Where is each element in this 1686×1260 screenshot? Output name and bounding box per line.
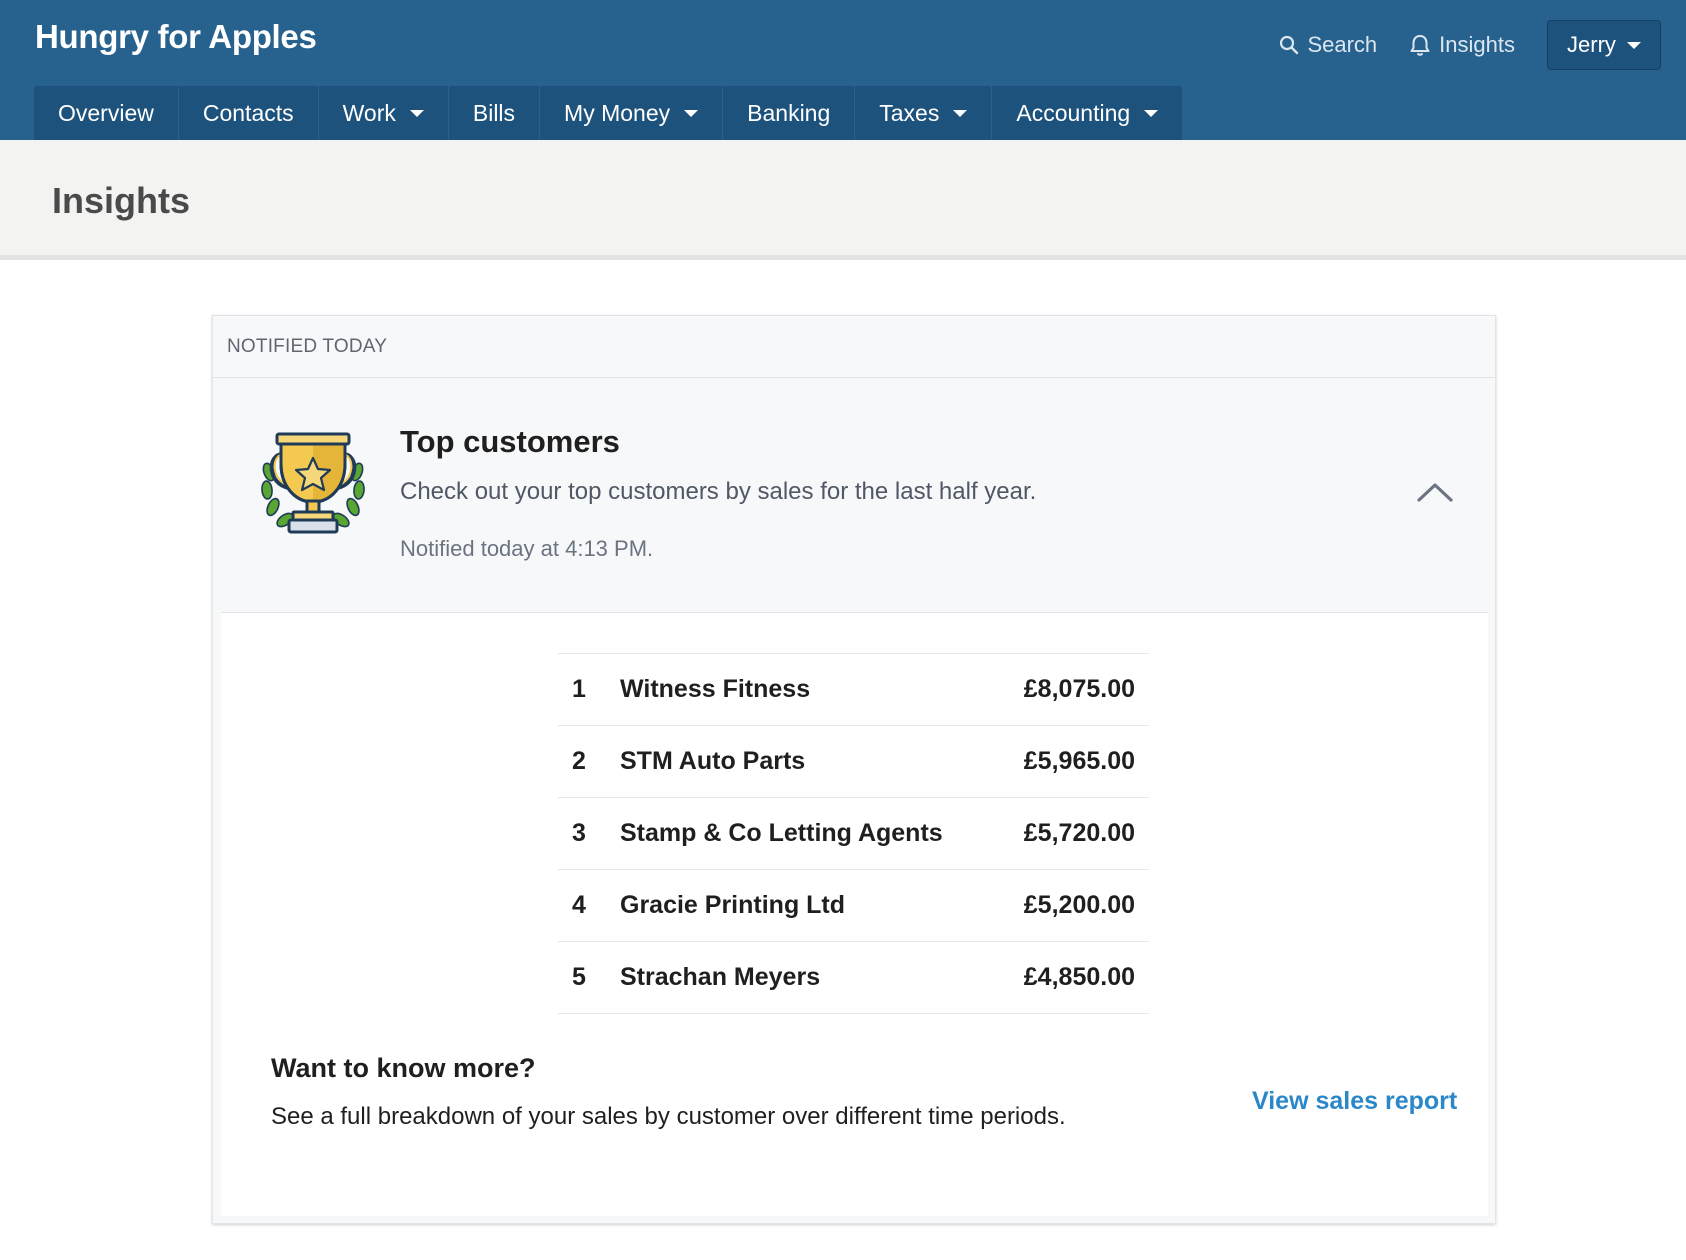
insights-label: Insights	[1439, 32, 1515, 57]
customer-rank: 3	[572, 819, 586, 847]
customer-rank: 5	[572, 963, 586, 991]
more-info-description: See a full breakdown of your sales by cu…	[271, 1103, 1066, 1130]
nav-item-label: Work	[342, 99, 396, 126]
customer-amount: £5,965.00	[1023, 747, 1135, 775]
notified-timestamp: Notified today at 4:13 PM.	[400, 536, 654, 561]
nav-item-label: Taxes	[879, 99, 940, 126]
nav-item-label: Accounting	[1016, 99, 1131, 126]
nav-item-taxes[interactable]: Taxes	[855, 86, 993, 140]
chevron-up-icon[interactable]	[1413, 476, 1457, 506]
customer-rank: 1	[572, 675, 586, 703]
top-bar: Hungry for Apples Search Insights Jerry …	[0, 0, 1686, 140]
user-name: Jerry	[1567, 32, 1616, 57]
chevron-down-icon	[1626, 41, 1641, 49]
search-link[interactable]: Search	[1279, 32, 1377, 58]
customer-rank: 2	[572, 747, 586, 775]
customer-name: Gracie Printing Ltd	[620, 891, 846, 919]
insight-card: NOTIFIED TODAY Top customers Check out y…	[212, 315, 1496, 1224]
main-nav: Overview Contacts Work Bills My Money Ba…	[34, 86, 1183, 140]
table-row: 1 Witness Fitness £8,075.00	[558, 653, 1149, 726]
bell-icon	[1410, 35, 1430, 56]
nav-item-label: Contacts	[202, 99, 294, 126]
table-row: 2 STM Auto Parts £5,965.00	[558, 725, 1149, 798]
trophy-icon	[261, 432, 365, 534]
insight-title: Top customers	[400, 424, 620, 459]
chevron-down-icon	[1144, 109, 1159, 117]
table-row: 3 Stamp & Co Letting Agents £5,720.00	[558, 797, 1149, 870]
user-menu-button[interactable]: Jerry	[1547, 20, 1661, 70]
search-label: Search	[1307, 32, 1378, 57]
customer-name: Witness Fitness	[620, 675, 811, 703]
customer-amount: £5,200.00	[1023, 891, 1135, 919]
nav-item-work[interactable]: Work	[319, 86, 449, 140]
section-label: NOTIFIED TODAY	[227, 336, 388, 357]
view-sales-report-link[interactable]: View sales report	[1252, 1087, 1457, 1116]
nav-item-overview[interactable]: Overview	[34, 86, 179, 140]
table-row: 5 Strachan Meyers £4,850.00	[558, 941, 1149, 1014]
chevron-down-icon	[409, 109, 424, 117]
nav-item-label: Overview	[58, 99, 154, 126]
nav-item-label: Banking	[747, 99, 831, 126]
header-actions: Search Insights Jerry	[1279, 20, 1661, 70]
nav-item-contacts[interactable]: Contacts	[179, 86, 319, 140]
customer-name: Strachan Meyers	[620, 963, 821, 991]
divider	[213, 377, 1495, 378]
brand-name[interactable]: Hungry for Apples	[35, 18, 317, 56]
insight-details: 1 Witness Fitness £8,075.00 2 STM Auto P…	[221, 612, 1488, 1216]
customer-amount: £5,720.00	[1023, 819, 1135, 847]
nav-item-bills[interactable]: Bills	[449, 86, 541, 140]
customer-amount: £4,850.00	[1023, 963, 1135, 991]
table-row: 4 Gracie Printing Ltd £5,200.00	[558, 869, 1149, 942]
insight-description: Check out your top customers by sales fo…	[400, 478, 1037, 505]
customer-name: STM Auto Parts	[620, 747, 806, 775]
page-title: Insights	[52, 180, 191, 221]
nav-item-my-money[interactable]: My Money	[540, 86, 724, 140]
search-icon	[1280, 35, 1299, 55]
nav-item-label: My Money	[564, 99, 671, 126]
nav-item-accounting[interactable]: Accounting	[992, 86, 1182, 140]
customer-amount: £8,075.00	[1023, 675, 1135, 703]
top-customers-table: 1 Witness Fitness £8,075.00 2 STM Auto P…	[558, 653, 1149, 1014]
customer-rank: 4	[572, 891, 586, 919]
chevron-down-icon	[684, 109, 699, 117]
nav-item-banking[interactable]: Banking	[723, 86, 856, 140]
insights-link[interactable]: Insights	[1409, 32, 1515, 58]
nav-item-label: Bills	[472, 99, 516, 126]
chevron-down-icon	[953, 109, 968, 117]
more-info-title: Want to know more?	[271, 1053, 536, 1083]
customer-name: Stamp & Co Letting Agents	[620, 819, 943, 847]
page-header: Insights	[0, 140, 1686, 260]
